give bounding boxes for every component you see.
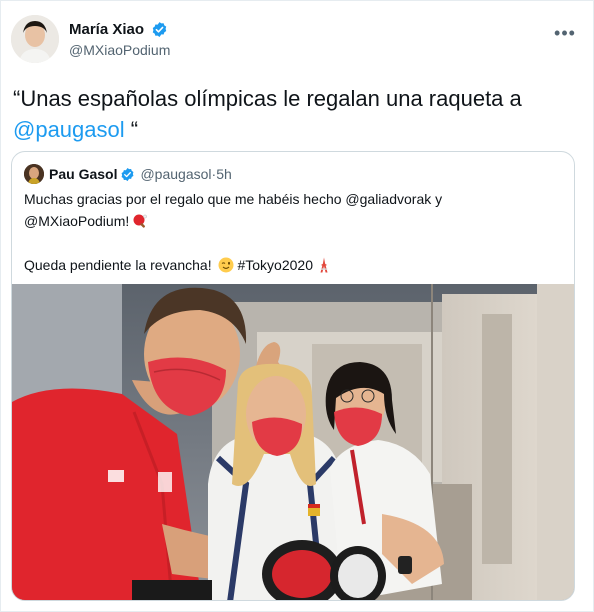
tweet-text-end: “ bbox=[124, 117, 139, 142]
winking-face-icon bbox=[218, 257, 234, 273]
attached-photo[interactable] bbox=[12, 284, 574, 600]
tweet-text-start: “Unas españolas olímpicas le regalan una… bbox=[13, 86, 522, 111]
quoted-text-line-2: @MXiaoPodium! bbox=[24, 210, 564, 232]
more-options-button[interactable]: ••• bbox=[551, 19, 579, 47]
quoted-author-handle[interactable]: @paugasol bbox=[140, 166, 211, 182]
tokyo-tower-icon bbox=[320, 257, 328, 273]
author-handle[interactable]: @MXiaoPodium bbox=[69, 42, 170, 58]
hashtag-link[interactable]: #Tokyo2020 bbox=[237, 257, 313, 273]
quoted-tweet[interactable]: Pau Gasol @paugasol · 5h Muchas gracias … bbox=[11, 151, 575, 601]
author-avatar[interactable] bbox=[11, 15, 59, 63]
tweet-header: María Xiao @MXiaoPodium ••• bbox=[11, 15, 583, 69]
quoted-text-line-3-text: Queda pendiente la revancha! bbox=[24, 257, 212, 273]
quoted-tweet-header: Pau Gasol @paugasol · 5h bbox=[24, 164, 232, 184]
tweet-text: “Unas españolas olímpicas le regalan una… bbox=[13, 83, 573, 145]
photo-illustration bbox=[12, 284, 574, 600]
quoted-timestamp[interactable]: 5h bbox=[216, 166, 232, 182]
quoted-text-line-1: Muchas gracias por el regalo que me habé… bbox=[24, 191, 443, 207]
mention-link[interactable]: @paugasol bbox=[13, 117, 125, 142]
quoted-tweet-text: Muchas gracias por el regalo que me habé… bbox=[24, 188, 564, 276]
quoted-author-avatar[interactable] bbox=[24, 164, 44, 184]
tweet-card: María Xiao @MXiaoPodium ••• “Unas españo… bbox=[0, 0, 594, 612]
quoted-author-name[interactable]: Pau Gasol bbox=[49, 166, 117, 182]
quoted-text-line-2-text: @MXiaoPodium! bbox=[24, 213, 130, 229]
more-horizontal-icon: ••• bbox=[554, 22, 576, 43]
verified-badge-icon bbox=[122, 167, 134, 181]
quoted-text-line-3: Queda pendiente la revancha! #Tokyo2020 bbox=[24, 254, 564, 276]
author-name[interactable]: María Xiao bbox=[69, 21, 144, 38]
ping-pong-paddle-icon bbox=[133, 214, 148, 228]
verified-badge-icon bbox=[153, 22, 167, 38]
